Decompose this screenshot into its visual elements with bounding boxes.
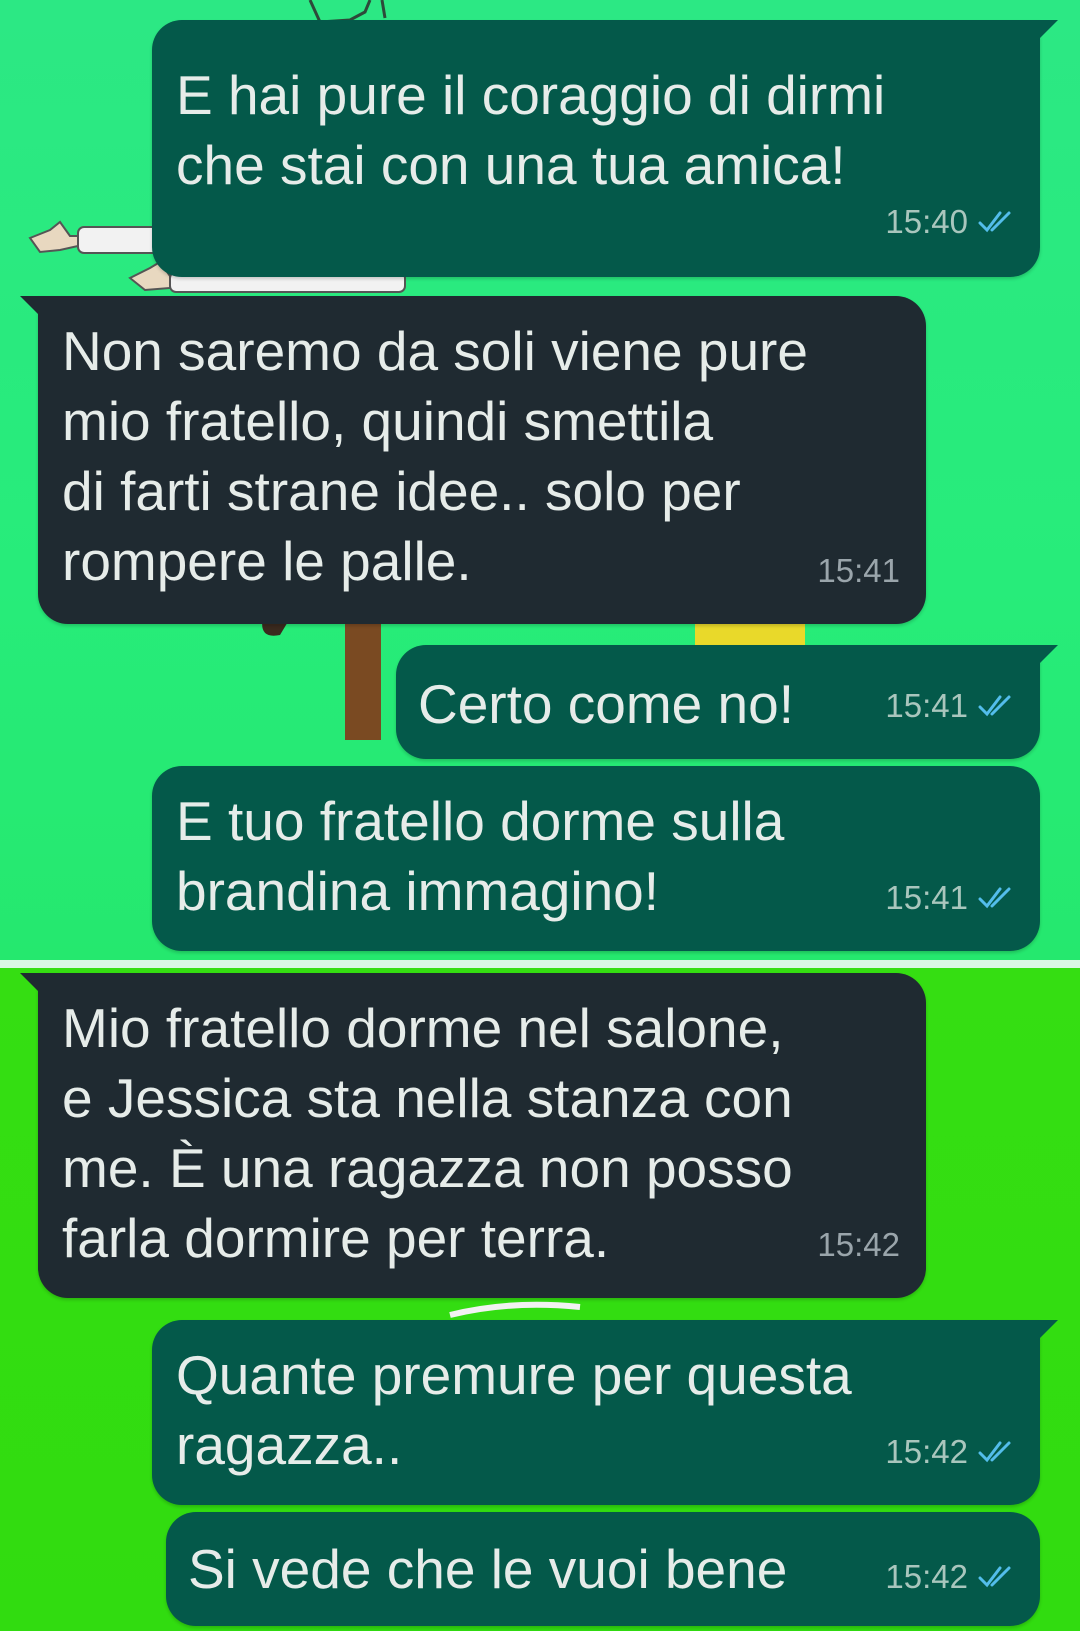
message-meta: 15:42: [885, 1542, 1016, 1612]
message-time: 15:40: [885, 203, 968, 240]
message-text: Si vede che le vuoi bene: [188, 1538, 788, 1600]
message-bubble-incoming[interactable]: Non saremo da soli viene pure mio fratel…: [20, 296, 926, 624]
message-text: E tuo fratello dorme sulla brandina imma…: [176, 790, 785, 922]
message-meta: 15:41: [885, 671, 1016, 741]
message-time: 15:42: [885, 1433, 968, 1470]
message-meta: 15:41: [885, 863, 1016, 933]
message-text: Non saremo da soli viene pure mio fratel…: [62, 320, 808, 592]
message-time: 15:42: [885, 1558, 968, 1595]
message-text: Quante premure per questa ragazza..: [176, 1344, 852, 1476]
message-time: 15:41: [885, 879, 968, 916]
message-bubble-outgoing[interactable]: E tuo fratello dorme sulla brandina imma…: [152, 766, 1040, 951]
message-time: 15:41: [885, 687, 968, 724]
message-bubble-outgoing[interactable]: Certo come no! 15:41: [396, 645, 1058, 759]
double-check-read-icon: [978, 887, 1011, 909]
message-text: Certo come no!: [418, 673, 795, 735]
message-meta: 15:42: [817, 1210, 900, 1280]
double-check-read-icon: [978, 211, 1011, 233]
message-text: E hai pure il coraggio di dirmi che stai…: [176, 64, 886, 196]
screenshot-divider: [0, 960, 1080, 968]
message-bubble-outgoing[interactable]: E hai pure il coraggio di dirmi che stai…: [152, 20, 1058, 277]
message-meta: 15:41: [817, 536, 900, 606]
double-check-read-icon: [978, 1441, 1011, 1463]
message-bubble-outgoing[interactable]: Si vede che le vuoi bene 15:42: [166, 1512, 1040, 1626]
message-text: Mio fratello dorme nel salone, e Jessica…: [62, 997, 793, 1269]
message-meta: 15:42: [885, 1417, 1016, 1487]
double-check-read-icon: [978, 695, 1011, 717]
double-check-read-icon: [978, 1566, 1011, 1588]
message-time: 15:42: [817, 1226, 900, 1263]
message-bubble-outgoing[interactable]: Quante premure per questa ragazza.. 15:4…: [152, 1320, 1058, 1505]
message-meta: 15:40: [885, 187, 1016, 257]
message-time: 15:41: [817, 552, 900, 589]
message-bubble-incoming[interactable]: Mio fratello dorme nel salone, e Jessica…: [20, 973, 926, 1298]
